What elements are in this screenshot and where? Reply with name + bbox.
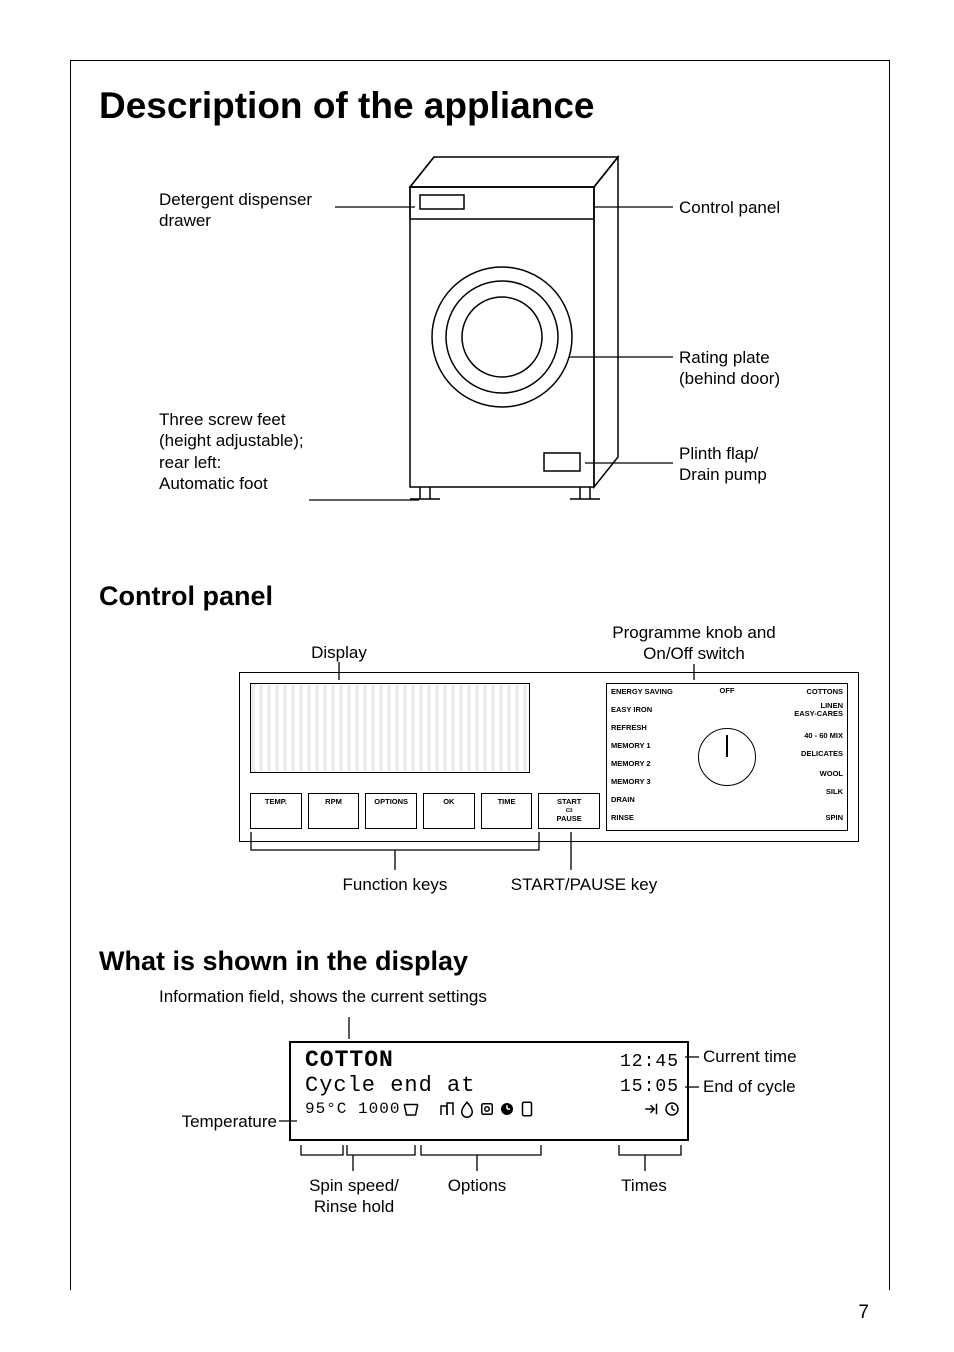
appliance-diagram: Detergent dispenser drawer Three screw f… <box>99 147 861 547</box>
callout-function-keys: Function keys <box>315 874 475 895</box>
page-title: Description of the appliance <box>99 85 861 127</box>
callout-start-pause: START/PAUSE key <box>499 874 669 895</box>
heading-display-section: What is shown in the display <box>99 946 861 977</box>
heading-control-panel: Control panel <box>99 581 861 612</box>
page-number: 7 <box>858 1302 869 1324</box>
display-detail-diagram: COTTON 12:45 Cycle end at 15:05 95°C 100… <box>99 1011 861 1251</box>
control-panel-diagram: Display Programme knob and On/Off switch… <box>99 622 861 912</box>
display-intro-text: Information field, shows the current set… <box>159 987 861 1007</box>
